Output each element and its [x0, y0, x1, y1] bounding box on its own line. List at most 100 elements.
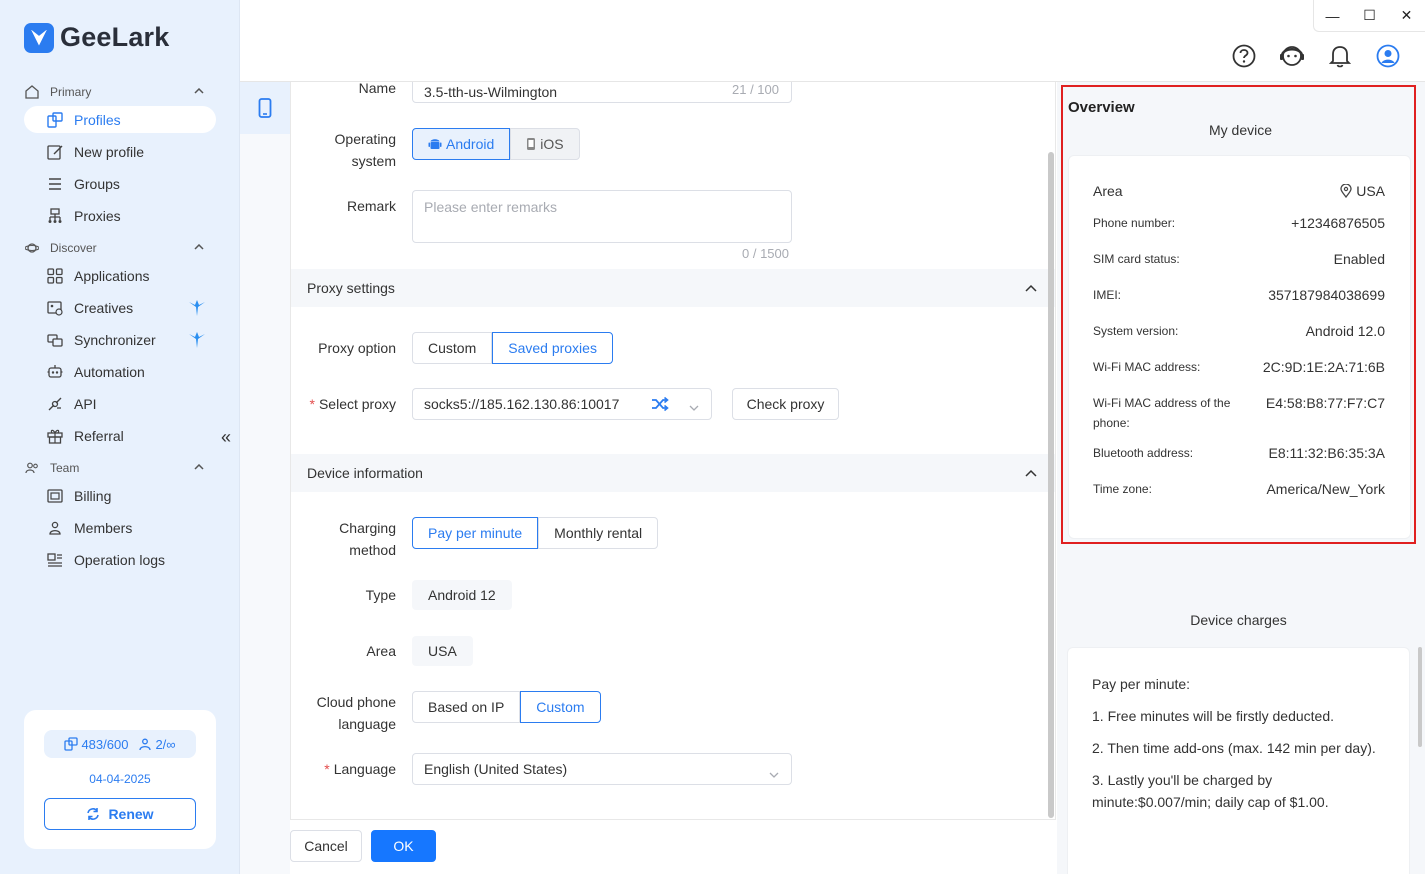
charging-pay-per-minute-option[interactable]: Pay per minute — [412, 517, 539, 549]
section-primary[interactable]: Primary — [24, 84, 216, 100]
overview-panel: Overview My device Area USA Phone number… — [1057, 82, 1425, 874]
minimize-button[interactable]: — — [1314, 0, 1351, 31]
sidebar-item-new-profile[interactable]: New profile — [24, 138, 216, 165]
shuffle-icon[interactable] — [651, 396, 669, 415]
renew-button[interactable]: Renew — [44, 798, 196, 830]
sidebar-item-profiles[interactable]: Profiles — [24, 106, 216, 133]
chevron-up-icon[interactable] — [194, 462, 204, 473]
robot-icon — [46, 363, 64, 381]
sidebar-item-automation[interactable]: Automation — [24, 358, 216, 385]
cloud-language-label-line1: Cloud phone — [316, 694, 396, 710]
sidebar-item-label: Automation — [74, 363, 145, 380]
chevron-down-icon[interactable] — [689, 398, 699, 414]
remark-textarea[interactable]: Please enter remarks — [412, 190, 792, 243]
sidebar-item-operation-logs[interactable]: Operation logs — [24, 546, 216, 573]
device-information-header[interactable]: Device information — [291, 454, 1055, 492]
sidebar-item-api[interactable]: API — [24, 390, 216, 417]
charging-method-selector: Pay per minute Monthly rental — [412, 517, 659, 549]
collapse-sidebar-icon[interactable]: « — [221, 427, 231, 448]
help-icon[interactable] — [1231, 43, 1257, 69]
cloud-language-label-line2: language — [338, 716, 396, 732]
device-charges-heading: Device charges — [1190, 612, 1287, 628]
proxy-option-label: Proxy option — [318, 340, 396, 356]
sidebar-item-members[interactable]: Members — [24, 514, 216, 541]
refresh-icon — [87, 808, 100, 820]
info-value: America/New_York — [1266, 481, 1385, 497]
apps-grid-icon — [46, 267, 64, 285]
top-icons — [1231, 43, 1401, 69]
section-discover[interactable]: Discover — [24, 240, 216, 256]
user-avatar-icon[interactable] — [1375, 43, 1401, 69]
premium-bird-icon — [188, 299, 206, 317]
chevron-down-icon[interactable] — [769, 765, 779, 781]
section-label: Team — [50, 461, 80, 475]
info-key: Phone number: — [1093, 216, 1176, 230]
form-scrollbar[interactable] — [1048, 152, 1054, 818]
sidebar-item-billing[interactable]: Billing — [24, 482, 216, 509]
charging-monthly-rental-option[interactable]: Monthly rental — [538, 517, 659, 549]
chevron-up-icon[interactable] — [194, 86, 204, 97]
edit-icon — [46, 143, 64, 161]
location-pin-icon — [1340, 184, 1352, 198]
info-value: E8:11:32:B6:35:3A — [1268, 445, 1386, 461]
sidebar-item-referral[interactable]: Referral — [24, 422, 216, 449]
overview-title: Overview — [1068, 99, 1135, 116]
expiry-date: 04-04-2025 — [89, 772, 151, 786]
section-label: Discover — [50, 241, 97, 255]
phone-tab[interactable] — [240, 82, 290, 134]
charge-line: 2. Then time add-ons (max. 142 min per d… — [1092, 740, 1376, 756]
language-dropdown[interactable]: English (United States) — [412, 753, 792, 785]
proxy-settings-header[interactable]: Proxy settings — [291, 269, 1055, 307]
planet-icon — [24, 240, 40, 256]
close-button[interactable]: ✕ — [1388, 0, 1425, 31]
charge-line: 3. Lastly you'll be charged by minute:$0… — [1092, 772, 1329, 810]
maximize-button[interactable]: ☐ — [1351, 0, 1388, 31]
chevron-up-icon[interactable] — [1025, 464, 1037, 480]
sidebar-item-proxies[interactable]: Proxies — [24, 202, 216, 229]
info-value: E4:58:B8:77:F7:C7 — [1265, 395, 1385, 411]
remark-label: Remark — [346, 198, 396, 214]
language-custom-option[interactable]: Custom — [520, 691, 601, 723]
sidebar-item-label: API — [74, 395, 97, 412]
overview-scrollbar[interactable] — [1418, 647, 1422, 747]
ok-button[interactable]: OK — [371, 830, 436, 862]
support-agent-icon[interactable] — [1279, 43, 1305, 69]
sidebar-item-synchronizer[interactable]: Synchronizer — [24, 326, 216, 353]
proxy-custom-option[interactable]: Custom — [412, 332, 493, 364]
select-proxy-dropdown[interactable]: socks5://185.162.130.86:10017 — [412, 388, 712, 420]
sidebar-item-groups[interactable]: Groups — [24, 170, 216, 197]
top-bar: — ☐ ✕ — [240, 0, 1425, 82]
phone-icon — [258, 98, 272, 118]
sync-icon — [46, 331, 64, 349]
renew-label: Renew — [108, 806, 154, 822]
api-icon — [46, 395, 64, 413]
device-info-card: Area USA Phone number: +12346876505 SIM … — [1068, 155, 1411, 539]
cancel-button[interactable]: Cancel — [290, 830, 362, 862]
logo[interactable]: GeeLark — [24, 22, 169, 53]
ios-device-icon — [527, 138, 536, 150]
check-proxy-button[interactable]: Check proxy — [732, 388, 839, 420]
info-key: Time zone: — [1093, 482, 1152, 496]
proxy-saved-option[interactable]: Saved proxies — [492, 332, 613, 364]
os-ios-option[interactable]: iOS — [510, 128, 580, 160]
os-android-option[interactable]: Android — [412, 128, 511, 160]
sidebar-item-creatives[interactable]: Creatives — [24, 294, 216, 321]
bell-icon[interactable] — [1327, 43, 1353, 69]
name-input[interactable]: 3.5-tth-us-Wilmington 21 / 100 — [412, 82, 792, 103]
my-device-heading: My device — [1208, 122, 1273, 138]
sidebar-item-label: Operation logs — [74, 551, 166, 568]
chevron-up-icon[interactable] — [1025, 279, 1037, 295]
premium-bird-icon — [188, 331, 206, 349]
sidebar-item-label: Referral — [74, 427, 124, 444]
sidebar: GeeLark Primary Profiles New profile Gro… — [0, 0, 240, 874]
language-based-on-ip-option[interactable]: Based on IP — [412, 691, 521, 723]
device-tab-column — [240, 82, 290, 874]
sidebar-item-label: Synchronizer — [74, 331, 156, 348]
sidebar-item-applications[interactable]: Applications — [24, 262, 216, 289]
sidebar-item-label: Billing — [74, 487, 112, 504]
section-team[interactable]: Team — [24, 460, 216, 476]
account-card: 483/600 2/∞ 04-04-2025 Renew — [24, 710, 216, 849]
section-title: Device information — [307, 465, 423, 481]
sidebar-item-label: Applications — [74, 267, 150, 284]
chevron-up-icon[interactable] — [194, 242, 204, 253]
